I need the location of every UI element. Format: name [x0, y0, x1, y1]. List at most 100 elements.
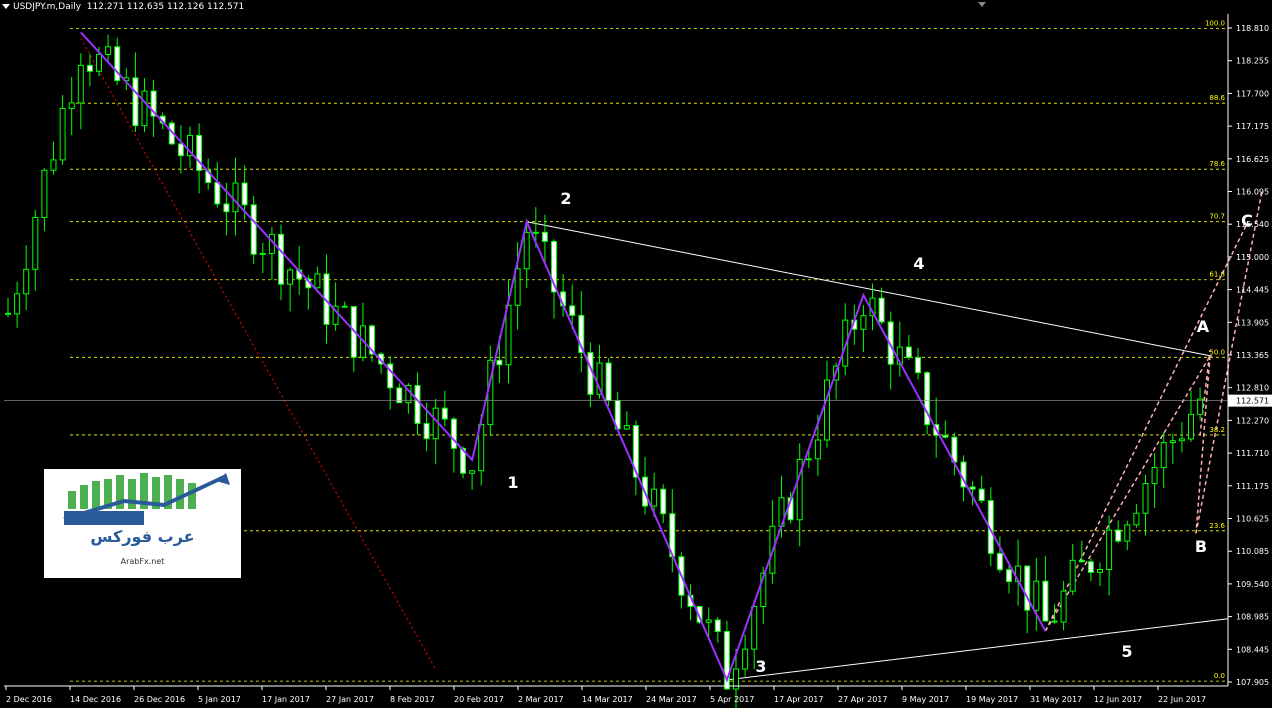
ohlc-values: 112.271 112.635 112.126 112.571: [86, 2, 245, 12]
price-tick-label: 112.810: [1236, 384, 1269, 393]
triangle-down-icon[interactable]: [975, 0, 989, 10]
price-tick-label: 116.625: [1236, 155, 1269, 164]
logo-brand-text: عرب فوركس: [90, 527, 195, 546]
lower-trend-line: [726, 618, 1229, 681]
candle-body: [132, 77, 139, 127]
time-tick-label: 26 Dec 2016: [134, 695, 185, 704]
candle-body: [915, 356, 921, 374]
candle-body: [450, 418, 457, 449]
candle-body: [1097, 569, 1103, 573]
candle-body: [196, 134, 203, 171]
chart-area[interactable]: 100.0 88.6 78.6 70.7 61.8 50.0 38.2 23.6 0.0 123…: [0, 0, 1272, 708]
price-tick-label: 107.905: [1236, 678, 1269, 687]
time-tick-label: 17 Apr 2017: [774, 695, 823, 704]
candle-body: [214, 182, 221, 205]
candle-body: [978, 488, 985, 502]
fib-level-label: 70.7: [1209, 213, 1225, 221]
candle-body: [1160, 442, 1167, 469]
candle-body: [241, 182, 248, 206]
candle-body: [505, 304, 512, 366]
time-tick-label: 27 Jan 2017: [326, 695, 374, 704]
candle-body: [1006, 569, 1012, 583]
wave-label: 2: [560, 189, 571, 208]
time-tick-label: 20 Feb 2017: [454, 695, 504, 704]
time-tick-label: 22 Jun 2017: [1158, 695, 1206, 704]
candle-body: [514, 268, 521, 306]
candle-body: [441, 407, 448, 420]
candle-body: [41, 169, 48, 218]
upper-trend-line: [526, 221, 1213, 357]
current-price-label: 112.571: [1236, 397, 1269, 406]
arabfx-logo: عرب فوركس ArabFx.net: [44, 469, 241, 578]
candle-body: [414, 385, 421, 424]
time-tick-label: 17 Jan 2017: [262, 695, 310, 704]
time-tick-label: 14 Dec 2016: [70, 695, 121, 704]
candle-body: [705, 619, 712, 623]
price-tick-label: 117.700: [1236, 89, 1269, 98]
candle-body: [860, 315, 867, 330]
candle-body: [23, 268, 30, 295]
candle-body: [942, 434, 949, 438]
candle-body: [77, 64, 84, 104]
price-tick-label: 110.625: [1236, 515, 1269, 524]
price-tick-label: 108.445: [1236, 645, 1269, 654]
wave-label: 3: [755, 657, 766, 676]
candle-body: [541, 231, 548, 242]
candle-body: [250, 204, 257, 255]
candle-body: [469, 470, 476, 474]
candle-body: [232, 182, 239, 213]
wave-label: A: [1197, 317, 1210, 336]
candle-body: [1106, 529, 1113, 571]
candle-body: [86, 64, 93, 72]
candle-body: [1197, 398, 1204, 415]
price-tick-label: 118.810: [1236, 24, 1269, 33]
candle-body: [569, 305, 576, 316]
candle-body: [751, 606, 758, 650]
candle-body: [278, 233, 284, 285]
symbol-title: USDJPY.m,Daily: [13, 2, 82, 12]
price-tick-label: 111.175: [1236, 482, 1269, 491]
candle-body: [1169, 440, 1176, 444]
candle-body: [5, 312, 11, 315]
candle-body: [1151, 467, 1158, 484]
candle-body: [223, 203, 230, 213]
candle-body: [969, 486, 976, 490]
time-tick-label: 27 Apr 2017: [838, 695, 887, 704]
price-chart[interactable]: 100.088.678.670.761.850.038.223.60.0 123…: [0, 0, 1272, 708]
candle-body: [1069, 559, 1076, 592]
candle-body: [314, 273, 321, 289]
candle-body: [1051, 620, 1058, 623]
candle-body: [1188, 413, 1194, 440]
price-tick-label: 116.095: [1236, 188, 1269, 197]
candle-body: [1087, 561, 1094, 573]
candle-body: [1133, 512, 1140, 526]
candle-body: [714, 619, 721, 633]
candle-body: [141, 90, 148, 127]
chevron-down-icon[interactable]: [2, 4, 10, 9]
candle-body: [105, 46, 112, 55]
price-tick-label: 111.710: [1236, 449, 1269, 458]
candle-body: [805, 458, 812, 461]
candle-body: [905, 346, 912, 358]
price-tick-label: 113.365: [1236, 351, 1269, 360]
price-tick-label: 109.540: [1236, 580, 1269, 589]
candle-body: [423, 422, 430, 440]
candle-body: [259, 252, 266, 255]
time-tick-label: 31 May 2017: [1030, 695, 1082, 704]
candle-body: [878, 297, 885, 323]
candle-body: [1178, 438, 1185, 442]
price-tick-label: 118.255: [1236, 57, 1269, 66]
candle-body: [814, 439, 821, 460]
candle-body: [50, 159, 57, 171]
price-tick-label: 113.905: [1236, 318, 1269, 327]
wave-label: B: [1195, 537, 1207, 556]
candle-body: [742, 648, 749, 670]
candle-body: [532, 231, 539, 234]
time-tick-label: 5 Apr 2017: [710, 695, 754, 704]
time-tick-label: 5 Jan 2017: [198, 695, 241, 704]
price-tick-label: 110.085: [1236, 547, 1269, 556]
candle-body: [1115, 529, 1122, 542]
candle-body: [996, 552, 1003, 571]
candle-body: [177, 143, 184, 157]
price-tick-label: 112.270: [1236, 416, 1269, 425]
